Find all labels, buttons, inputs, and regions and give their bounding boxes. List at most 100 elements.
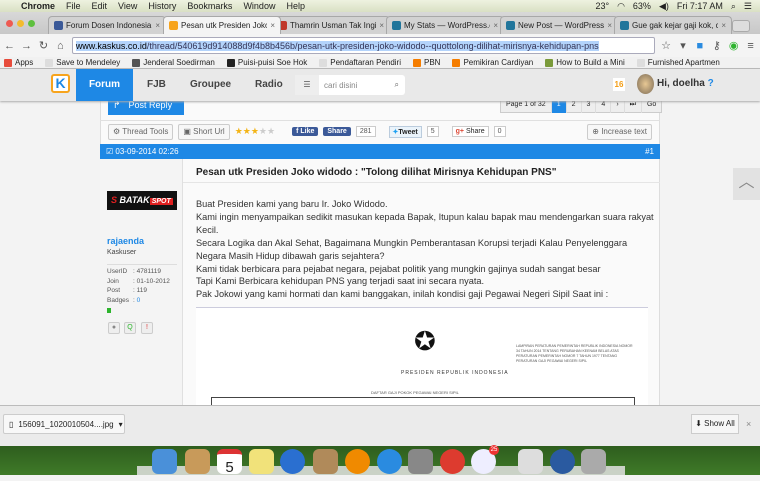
page-icon xyxy=(636,58,645,67)
minimize-window-button[interactable] xyxy=(17,20,24,27)
close-icon[interactable]: × xyxy=(746,419,751,429)
menu-help[interactable]: Help xyxy=(286,1,305,11)
zoom-window-button[interactable] xyxy=(28,20,35,27)
dock-system-preferences-icon[interactable] xyxy=(408,449,433,474)
chrome-menu-icon[interactable]: ≡ xyxy=(745,40,756,52)
dock-weather-icon[interactable]: 25 xyxy=(471,445,499,474)
dock-archive-icon[interactable] xyxy=(313,449,338,474)
spotlight-icon[interactable]: ⌕ xyxy=(731,1,736,12)
clock[interactable]: Fri 7:17 AM xyxy=(677,1,723,12)
facebook-like-button[interactable]: f Like xyxy=(292,127,319,136)
list-icon[interactable]: ☰ xyxy=(744,1,752,12)
nav-fjb[interactable]: FJB xyxy=(147,69,166,101)
close-tab-icon[interactable]: × xyxy=(379,21,384,30)
battery-status[interactable]: 63% xyxy=(633,1,651,12)
search-icon[interactable]: ⌕ xyxy=(395,80,405,90)
tab-gue-gak-kejar[interactable]: Gue gak kejar gaji kok, c × xyxy=(614,16,732,34)
bookmark-star-icon[interactable]: ☆ xyxy=(661,39,672,52)
bookmark-puisi[interactable]: Puisi-puisi Soe Hok xyxy=(226,58,307,67)
dock-ibooks-icon[interactable] xyxy=(345,449,370,474)
thread-tools-button[interactable]: ⚙ Thread Tools xyxy=(108,123,174,140)
download-item[interactable]: ▯ 156091_1020010504....jpg ▾ xyxy=(3,414,125,434)
online-status-icon xyxy=(107,308,111,313)
bookmark-how-to-build[interactable]: How to Build a Mini xyxy=(545,58,625,67)
wifi-icon[interactable]: ◠ xyxy=(617,1,625,12)
weather-status[interactable]: 23° xyxy=(595,1,609,12)
kaskus-logo[interactable]: K xyxy=(51,74,70,93)
google-plus-share-button[interactable]: g+ Share xyxy=(451,126,489,137)
tab-my-stats[interactable]: My Stats — WordPress.co × xyxy=(386,16,504,34)
key-icon[interactable]: ⚷ xyxy=(711,39,722,52)
close-tab-icon[interactable]: × xyxy=(493,21,498,30)
show-all-button[interactable]: ⬇ Show All xyxy=(691,414,739,434)
user-greeting[interactable]: Hi, doelha ? xyxy=(657,78,714,89)
nav-forum[interactable]: Forum xyxy=(76,69,133,101)
close-tab-icon[interactable]: × xyxy=(270,21,275,30)
dock-chrome-icon[interactable] xyxy=(440,449,465,474)
search-input[interactable]: cari disini xyxy=(319,81,395,90)
nav-radio[interactable]: Radio xyxy=(255,69,283,101)
help-icon[interactable]: ? xyxy=(708,78,714,89)
tab-new-post[interactable]: New Post — WordPress.co× xyxy=(500,16,618,34)
scroll-to-top-button[interactable]: ︿ xyxy=(733,168,760,200)
increase-text-button[interactable]: ⊕ Increase text xyxy=(587,123,652,140)
category-menu-icon[interactable]: ☰ xyxy=(295,75,319,95)
close-tab-icon[interactable]: × xyxy=(721,21,726,30)
salary-table-image[interactable]: ✪ PRESIDEN REPUBLIK INDONESIA LAMPIRAN P… xyxy=(196,307,648,409)
menu-history[interactable]: History xyxy=(148,1,176,11)
reload-icon[interactable]: ↻ xyxy=(38,39,49,52)
username-link[interactable]: rajaenda xyxy=(107,236,144,246)
menu-edit[interactable]: Edit xyxy=(92,1,108,11)
dock-trash-icon[interactable] xyxy=(581,449,606,474)
post-number[interactable]: #1 xyxy=(645,147,654,156)
chevron-down-icon[interactable]: ▾ xyxy=(119,420,127,429)
extension-icon[interactable]: ■ xyxy=(694,40,705,52)
bookmark-mendeley[interactable]: Save to Mendeley xyxy=(45,58,120,67)
dock-contacts-icon[interactable] xyxy=(185,449,210,474)
tweet-button[interactable]: ✦Tweet xyxy=(388,125,422,138)
menu-view[interactable]: View xyxy=(118,1,137,11)
bookmark-pbn[interactable]: PBN xyxy=(412,58,440,67)
forward-icon[interactable]: → xyxy=(21,40,32,52)
close-window-button[interactable] xyxy=(6,20,13,27)
dock-preview-icon[interactable] xyxy=(518,449,543,474)
volume-icon[interactable]: ◀) xyxy=(659,1,669,12)
dock-1password-icon[interactable] xyxy=(550,449,575,474)
tab-forum-dosen[interactable]: Forum Dosen Indonesia × xyxy=(48,16,166,34)
facebook-share-button[interactable]: Share xyxy=(323,127,351,136)
dock-stickies-icon[interactable] xyxy=(249,449,274,474)
dock-finder-icon[interactable] xyxy=(152,449,177,474)
menu-file[interactable]: File xyxy=(66,1,81,11)
thread-rating-stars[interactable]: ★★★★★ xyxy=(235,126,275,137)
blogger-icon xyxy=(412,58,421,67)
back-icon[interactable]: ← xyxy=(4,40,15,52)
bookmark-soedirman[interactable]: Jenderal Soedirman xyxy=(132,58,215,67)
dock-app-store-icon[interactable] xyxy=(377,449,402,474)
menu-app[interactable]: Chrome xyxy=(21,1,55,11)
google-plus-icon: g+ xyxy=(455,128,464,135)
nav-groupee[interactable]: Groupee xyxy=(190,69,231,101)
menu-window[interactable]: Window xyxy=(243,1,275,11)
address-bar[interactable]: www.kaskus.co.id/thread/540619d914088d9f… xyxy=(71,37,655,54)
notification-count[interactable]: 16 xyxy=(613,78,625,91)
tab-thamrin[interactable]: Thamrin Usman Tak Ingin × xyxy=(272,16,390,34)
avatar[interactable] xyxy=(637,74,654,94)
new-tab-button[interactable] xyxy=(732,20,750,32)
close-tab-icon[interactable]: × xyxy=(607,21,612,30)
short-url-button[interactable]: ▣ Short Url xyxy=(178,123,230,140)
bookmark-furnished[interactable]: Furnished Apartmen xyxy=(636,58,720,67)
dock-itunes-icon[interactable] xyxy=(280,449,305,474)
dock-calendar-icon[interactable]: 5 xyxy=(217,449,242,476)
report-button[interactable]: ! xyxy=(141,322,153,334)
extension-icon[interactable]: ▾ xyxy=(678,39,689,52)
tab-kaskus-thread[interactable]: Pesan utk Presiden Joko w× xyxy=(163,16,281,34)
extension-icon[interactable]: ◉ xyxy=(728,39,739,52)
bookmark-apps[interactable]: Apps xyxy=(4,58,33,67)
home-icon[interactable]: ⌂ xyxy=(55,40,66,52)
menu-bookmarks[interactable]: Bookmarks xyxy=(187,1,232,11)
quote-button[interactable]: Q xyxy=(124,322,136,334)
bookmark-pendaftaran[interactable]: Pendaftaran Pendiri xyxy=(319,58,401,67)
close-tab-icon[interactable]: × xyxy=(155,21,160,30)
profile-button[interactable]: ● xyxy=(108,322,120,334)
bookmark-cardiyan[interactable]: Pemikiran Cardiyan xyxy=(452,58,533,67)
